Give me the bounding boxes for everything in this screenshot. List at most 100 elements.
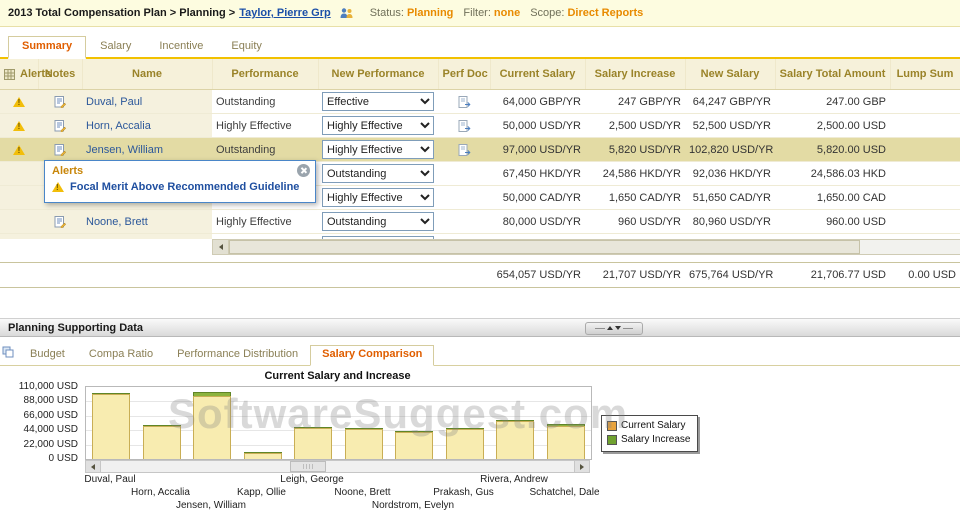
totals-row: 654,057 USD/YR21,707 USD/YR675,764 USD/Y…	[0, 263, 960, 288]
chart-horizontal-scrollbar[interactable]	[85, 460, 590, 473]
salary-total-amount-cell: 24,586.03 HKD	[775, 162, 890, 186]
perf-doc-cell	[438, 114, 490, 138]
left-arrow-icon	[91, 464, 95, 470]
column-header-notes[interactable]: Notes	[38, 59, 82, 90]
chart-bar	[244, 387, 282, 459]
lump-sum-cell	[890, 90, 960, 114]
totals-cell	[318, 263, 438, 288]
note-icon[interactable]	[54, 96, 66, 108]
table-row: Jensen, WilliamOutstandingHighly Effecti…	[0, 138, 960, 162]
chart-scroll-thumb[interactable]	[290, 461, 326, 472]
employee-name-link[interactable]: Horn, Accalia	[82, 114, 212, 138]
note-icon[interactable]	[54, 144, 66, 156]
chart-bar	[395, 387, 433, 459]
x-axis-label: Jensen, William	[176, 500, 246, 511]
note-cell	[38, 138, 82, 162]
tab-performance-distribution[interactable]: Performance Distribution	[165, 345, 310, 365]
group-icon	[339, 7, 354, 19]
new-performance-select[interactable]: Effective	[322, 92, 434, 111]
column-header-performance[interactable]: Performance	[212, 59, 318, 90]
new-performance-select[interactable]: Highly Effective	[322, 116, 434, 135]
breadcrumb-group-link[interactable]: Taylor, Pierre Grp	[239, 7, 331, 19]
new-performance-select[interactable]: Effective	[322, 236, 434, 239]
tab-salary-comparison[interactable]: Salary Comparison	[310, 345, 434, 366]
grid-icon	[4, 69, 15, 80]
scroll-thumb[interactable]	[229, 240, 860, 254]
totals-cell: 675,764 USD/YR	[685, 263, 775, 288]
new-salary-cell: 52,500 USD/YR	[685, 114, 775, 138]
warning-icon	[52, 182, 64, 192]
column-header-perf-doc[interactable]: Perf Doc	[438, 59, 490, 90]
perf-doc-icon[interactable]	[458, 144, 471, 156]
employee-name-link[interactable]: Nordstrom, Evelyn	[82, 234, 212, 240]
chart-title: Current Salary and Increase	[85, 370, 590, 382]
y-axis-label: 0 USD	[0, 453, 78, 464]
column-header-lump-sum[interactable]: Lump Sum	[890, 59, 960, 90]
tab-compa-ratio[interactable]: Compa Ratio	[77, 345, 165, 365]
current-salary-cell: 64,000 GBP/YR	[490, 90, 585, 114]
current-salary-segment	[92, 394, 130, 459]
warning-icon	[13, 145, 25, 155]
legend-item: Current Salary	[607, 419, 690, 433]
current-salary-segment	[244, 453, 282, 459]
column-header-current-salary[interactable]: Current Salary	[490, 59, 585, 90]
current-salary-cell: 50,000 CAD/YR	[490, 186, 585, 210]
new-performance-cell: Outstanding	[318, 210, 438, 234]
y-axis-label: 110,000 USD	[0, 381, 78, 392]
chart-scroll-track[interactable]	[101, 461, 574, 472]
new-salary-cell: 51,650 CAD/YR	[685, 186, 775, 210]
column-header-new-performance[interactable]: New Performance	[318, 59, 438, 90]
right-arrow-icon	[580, 464, 584, 470]
column-header-name[interactable]: Name	[82, 59, 212, 90]
current-salary-cell: 67,450 HKD/YR	[490, 162, 585, 186]
close-icon[interactable]	[297, 164, 310, 177]
note-icon[interactable]	[54, 216, 66, 228]
tab-incentive[interactable]: Incentive	[145, 36, 217, 57]
compensation-table: AlertsNotesNamePerformanceNew Performanc…	[0, 59, 960, 239]
scroll-left-arrow[interactable]	[213, 240, 229, 254]
table-row: Noone, BrettHighly EffectiveOutstanding8…	[0, 210, 960, 234]
totals-cell	[0, 263, 38, 288]
x-axis-label: Prakash, Gus	[433, 487, 494, 498]
toggle-dash	[595, 328, 605, 329]
lump-sum-cell	[890, 138, 960, 162]
x-axis-label: Duval, Paul	[84, 474, 135, 485]
current-salary-segment	[496, 421, 534, 459]
alerts-popup-title: Alerts	[52, 165, 83, 177]
column-header-salary-total-amount[interactable]: Salary Total Amount	[775, 59, 890, 90]
perf-doc-cell	[438, 186, 490, 210]
panel-expand-icon[interactable]	[2, 346, 14, 361]
new-performance-select[interactable]: Outstanding	[322, 164, 434, 183]
lump-sum-cell	[890, 114, 960, 138]
new-performance-select[interactable]: Highly Effective	[322, 140, 434, 159]
employee-name-link[interactable]: Jensen, William	[82, 138, 212, 162]
chart-scroll-left-arrow[interactable]	[86, 461, 101, 472]
column-header-salary-increase[interactable]: Salary Increase	[585, 59, 685, 90]
tab-salary[interactable]: Salary	[86, 36, 145, 57]
tab-equity[interactable]: Equity	[217, 36, 276, 57]
chart-scroll-right-arrow[interactable]	[574, 461, 589, 472]
column-header-new-salary[interactable]: New Salary	[685, 59, 775, 90]
new-performance-select[interactable]: Outstanding	[322, 212, 434, 231]
note-icon[interactable]	[54, 120, 66, 132]
collapse-expand-toggle[interactable]	[585, 322, 643, 335]
new-performance-select[interactable]: Highly Effective	[322, 188, 434, 207]
lump-sum-cell	[890, 162, 960, 186]
salary-increase-cell: 2,500 USD/YR	[585, 114, 685, 138]
tab-budget[interactable]: Budget	[18, 345, 77, 365]
tab-summary[interactable]: Summary	[8, 36, 86, 59]
perf-doc-icon[interactable]	[458, 120, 471, 132]
employee-name-link[interactable]: Duval, Paul	[82, 90, 212, 114]
perf-doc-cell	[438, 138, 490, 162]
employee-name-link[interactable]: Noone, Brett	[82, 210, 212, 234]
perf-doc-icon[interactable]	[458, 96, 471, 108]
alerts-popup-message: Focal Merit Above Recommended Guideline	[70, 181, 299, 193]
alerts-popup-header: Alerts	[45, 161, 315, 178]
status-value: Planning	[407, 7, 453, 19]
filter-label: Filter:	[463, 7, 491, 19]
legend-label: Current Salary	[621, 419, 685, 433]
column-header-alerts[interactable]: Alerts	[0, 59, 38, 90]
table-horizontal-scrollbar[interactable]	[212, 239, 960, 255]
filter-value: none	[494, 7, 520, 19]
scroll-track[interactable]	[229, 240, 960, 254]
